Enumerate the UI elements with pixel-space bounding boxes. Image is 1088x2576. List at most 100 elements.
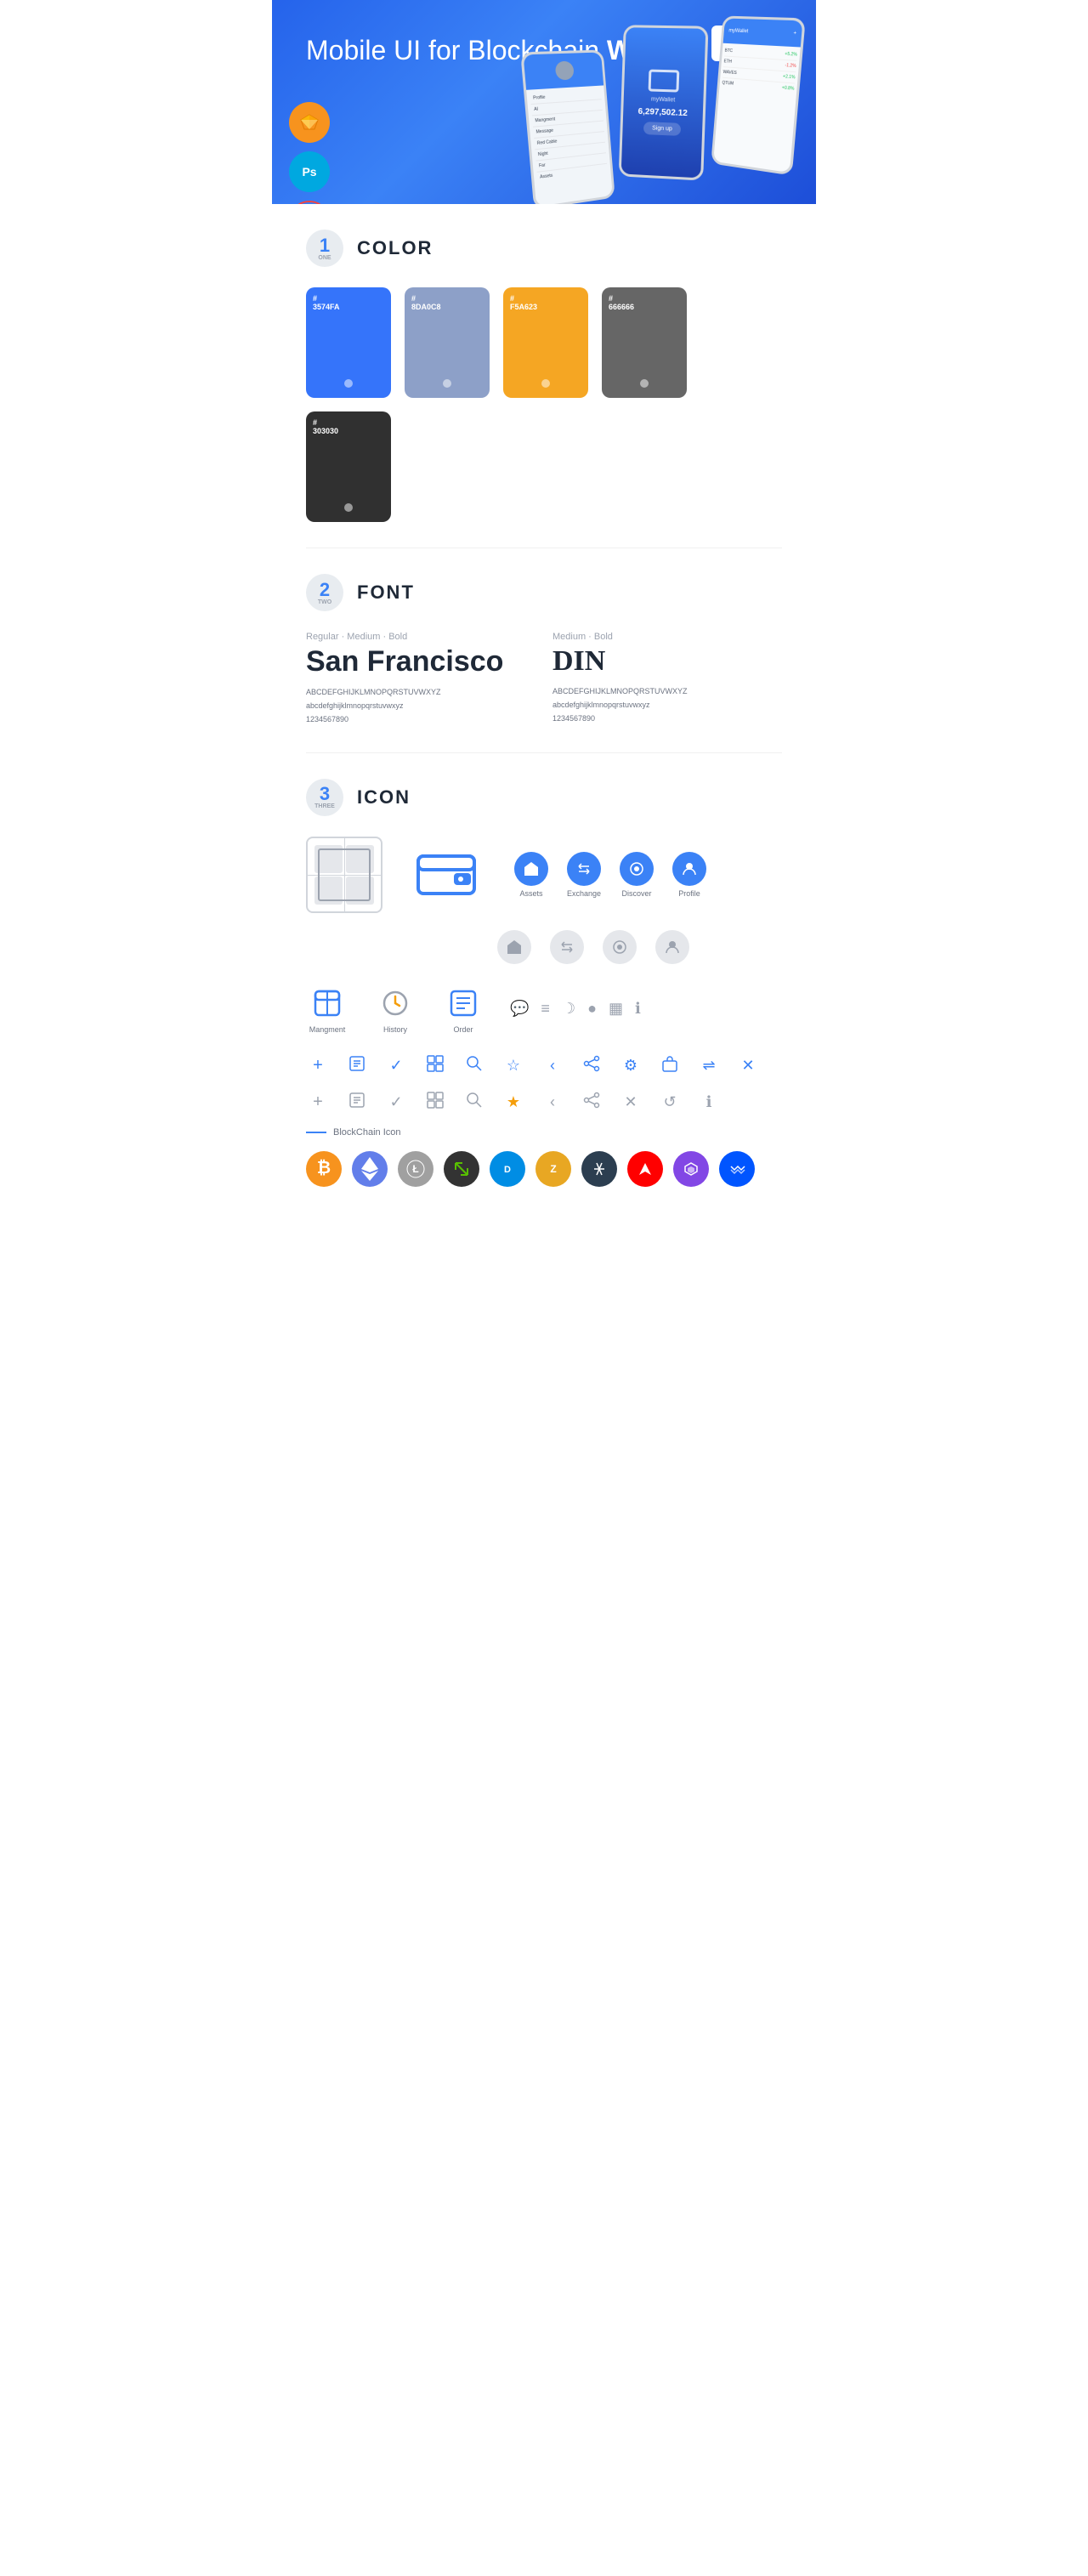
swatch-dark: #303030 (306, 411, 391, 522)
exchange-icon-gray (550, 930, 584, 964)
layers-icon: ≡ (541, 1000, 550, 1018)
chat-icon: 💬 (510, 1000, 529, 1018)
phone-mockup-3: myWallet + BTC+5.2% ETH-1.2% WAVES+2.1% … (711, 15, 806, 175)
back-icon-gray: ‹ (541, 1093, 564, 1111)
ltc-icon: Ł (398, 1151, 434, 1187)
ps-badge: Ps (289, 151, 330, 192)
swatch-slate: #8DA0C8 (405, 287, 490, 398)
close-icon-blue: ✕ (736, 1057, 760, 1075)
zcash-icon: Z (536, 1151, 571, 1187)
color-title: COLOR (357, 237, 433, 259)
wallet-icon-blue (408, 837, 484, 913)
swatch-gray: #666666 (602, 287, 687, 398)
eth-icon (352, 1151, 388, 1187)
history-label: History (383, 1025, 407, 1034)
section-1-circle: 1 ONE (306, 230, 343, 267)
color-swatches: #3574FA #8DA0C8 #F5A623 #666666 #303030 (306, 287, 782, 522)
neo-icon (444, 1151, 479, 1187)
grid-icon-blue (423, 1054, 447, 1077)
hero-badges: Ps 60+ Screens (289, 102, 330, 204)
svg-text:Ł: Ł (412, 1163, 418, 1175)
exchange-icon (567, 852, 601, 886)
plus-icon-gray: + (306, 1092, 330, 1112)
assets-icon-item: Assets (510, 852, 552, 898)
din-lowercase: abcdefghijklmnopqrstuvwxyz (552, 698, 782, 712)
management-icon (309, 984, 346, 1022)
assets-label: Assets (519, 889, 542, 898)
tab-icons-row: Mangment History Order (306, 984, 782, 1034)
profile-icon (672, 852, 706, 886)
screens-badge: 60+ Screens (289, 201, 330, 204)
star-icon-blue: ☆ (502, 1057, 525, 1075)
list-icon-gray (345, 1091, 369, 1114)
profile-icon-gray (655, 930, 689, 964)
back-icon-blue: ‹ (541, 1057, 564, 1075)
management-icon-item: Mangment (306, 984, 348, 1034)
color-section-header: 1 ONE COLOR (306, 230, 782, 267)
icon-section: 3 THREE ICON (272, 753, 816, 1212)
management-label: Mangment (309, 1025, 346, 1034)
share-icon-blue (580, 1054, 604, 1077)
share-icon-gray (580, 1091, 604, 1114)
sf-digits: 1234567890 (306, 712, 536, 726)
blockchain-label: BlockChain Icon (306, 1127, 782, 1138)
exchange-icon-item: Exchange (563, 852, 605, 898)
blockchain-line (306, 1132, 326, 1133)
message-icon: ▦ (609, 1000, 623, 1018)
settings-icon-blue: ⚙ (619, 1057, 643, 1075)
sf-lowercase: abcdefghijklmnopqrstuvwxyz (306, 699, 536, 712)
star-icon-gray: ★ (502, 1093, 525, 1111)
icon-section-header: 3 THREE ICON (306, 779, 782, 816)
font-grid: Regular · Medium · Bold San Francisco AB… (306, 632, 782, 727)
font-section: 2 TWO FONT Regular · Medium · Bold San F… (272, 548, 816, 752)
font-din: Medium · Bold DIN ABCDEFGHIJKLMNOPQRSTUV… (552, 632, 782, 727)
matic-icon (673, 1151, 709, 1187)
profile-icon-gray-item (651, 930, 694, 964)
section-2-circle: 2 TWO (306, 574, 343, 611)
svg-text:Z: Z (550, 1163, 556, 1175)
din-name: DIN (552, 645, 782, 678)
grid-icon-gray (423, 1091, 447, 1114)
svg-text:D: D (504, 1165, 511, 1175)
waves-icon (719, 1151, 755, 1187)
dash-icon: D (490, 1151, 525, 1187)
section-3-circle: 3 THREE (306, 779, 343, 816)
phone-mockup-1: Profile AI Mangment Message Red Cable Ni… (520, 49, 615, 204)
font-sf: Regular · Medium · Bold San Francisco AB… (306, 632, 536, 727)
assets-icon-gray (497, 930, 531, 964)
plus-icon-blue: + (306, 1056, 330, 1075)
sf-style-label: Regular · Medium · Bold (306, 632, 536, 642)
wallet-wireframe-grid (306, 837, 382, 913)
discover-icon-item: Discover (615, 852, 658, 898)
profile-label: Profile (678, 889, 700, 898)
exchange-icon-gray-item (546, 930, 588, 964)
color-section: 1 ONE COLOR #3574FA #8DA0C8 #F5A623 #666… (272, 204, 816, 548)
history-icon-item: History (374, 984, 416, 1034)
ark-icon (627, 1151, 663, 1187)
export-icon-blue (658, 1054, 682, 1077)
utility-icons-gray-row: + ✓ ★ ‹ ✕ ↺ ℹ (306, 1091, 782, 1114)
exchange-label: Exchange (567, 889, 601, 898)
order-icon (445, 984, 482, 1022)
swatch-blue: #3574FA (306, 287, 391, 398)
swap-icon-blue: ⇌ (697, 1057, 721, 1075)
misc-icons-gray: 💬 ≡ ☽ ● ▦ ℹ (510, 1000, 641, 1018)
font-section-header: 2 TWO FONT (306, 574, 782, 611)
discover-icon (620, 852, 654, 886)
profile-icon-item: Profile (668, 852, 711, 898)
discover-label: Discover (621, 889, 651, 898)
phone-mockups: Profile AI Mangment Message Red Cable Ni… (510, 17, 816, 204)
crypto-icons-row: ₿ Ł D Z (306, 1151, 782, 1187)
info-icon-gray: ℹ (697, 1093, 721, 1111)
phone-mockup-2: myWallet 6,297,502.12 Sign up (619, 25, 709, 180)
close-2-icon-gray: ✕ (619, 1093, 643, 1111)
nav-icons-blue: Assets Exchange Discover Profile (510, 852, 711, 898)
sf-name: San Francisco (306, 645, 536, 678)
list-icon-blue (345, 1054, 369, 1077)
check-icon-blue: ✓ (384, 1057, 408, 1075)
iota-icon (581, 1151, 617, 1187)
sketch-badge (289, 102, 330, 143)
crescent-icon: ☽ (562, 1000, 575, 1018)
din-uppercase: ABCDEFGHIJKLMNOPQRSTUVWXYZ (552, 684, 782, 698)
assets-icon-gray-item (493, 930, 536, 964)
